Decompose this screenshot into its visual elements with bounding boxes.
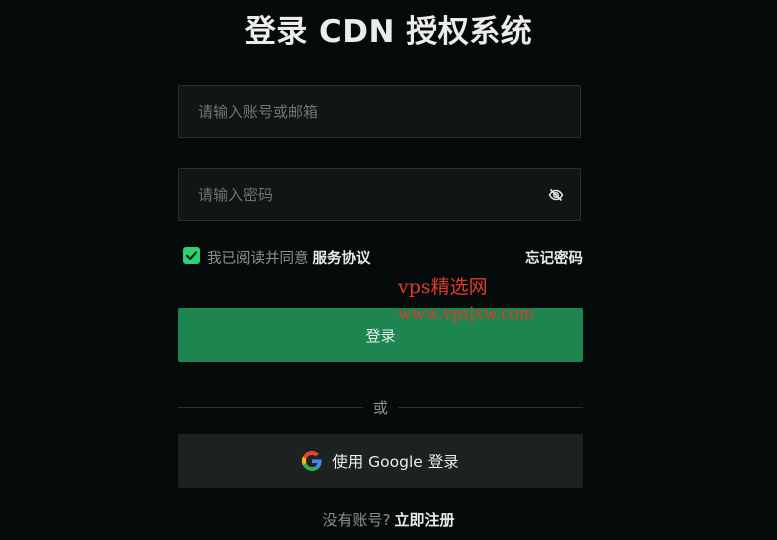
terms-link[interactable]: 服务协议 (313, 251, 371, 267)
divider-line-right (398, 407, 583, 408)
watermark-site-url: www.vpsjxw.com (398, 303, 534, 324)
google-logo-icon (302, 451, 322, 471)
register-row: 没有账号? 立即注册 (0, 509, 777, 530)
forgot-password-link[interactable]: 忘记密码 (525, 247, 583, 268)
account-field[interactable] (178, 85, 581, 138)
agree-text: 我已阅读并同意 服务协议 (207, 247, 371, 268)
password-field[interactable] (178, 168, 581, 221)
eye-off-icon[interactable] (548, 187, 564, 203)
page-title: 登录 CDN 授权系统 (244, 14, 533, 50)
check-icon (185, 251, 198, 261)
google-login-label: 使用 Google 登录 (332, 453, 459, 471)
account-input[interactable] (179, 86, 580, 137)
register-link[interactable]: 立即注册 (394, 511, 454, 529)
agree-checkbox[interactable] (183, 247, 200, 264)
watermark-site-name: vps精选网 (398, 276, 488, 298)
or-divider: 或 (178, 397, 583, 417)
login-page: 登录 CDN 授权系统 我已阅读并同意服务协议 忘记密码 vps精选网 www.… (0, 0, 777, 540)
agreement-row: 我已阅读并同意 服务协议 忘记密码 (183, 246, 583, 268)
agree-label: 我已阅读并同意 (207, 251, 309, 267)
password-input[interactable] (179, 169, 580, 220)
register-question: 没有账号? (322, 511, 391, 529)
google-login-button[interactable]: 使用 Google 登录 (178, 434, 583, 488)
